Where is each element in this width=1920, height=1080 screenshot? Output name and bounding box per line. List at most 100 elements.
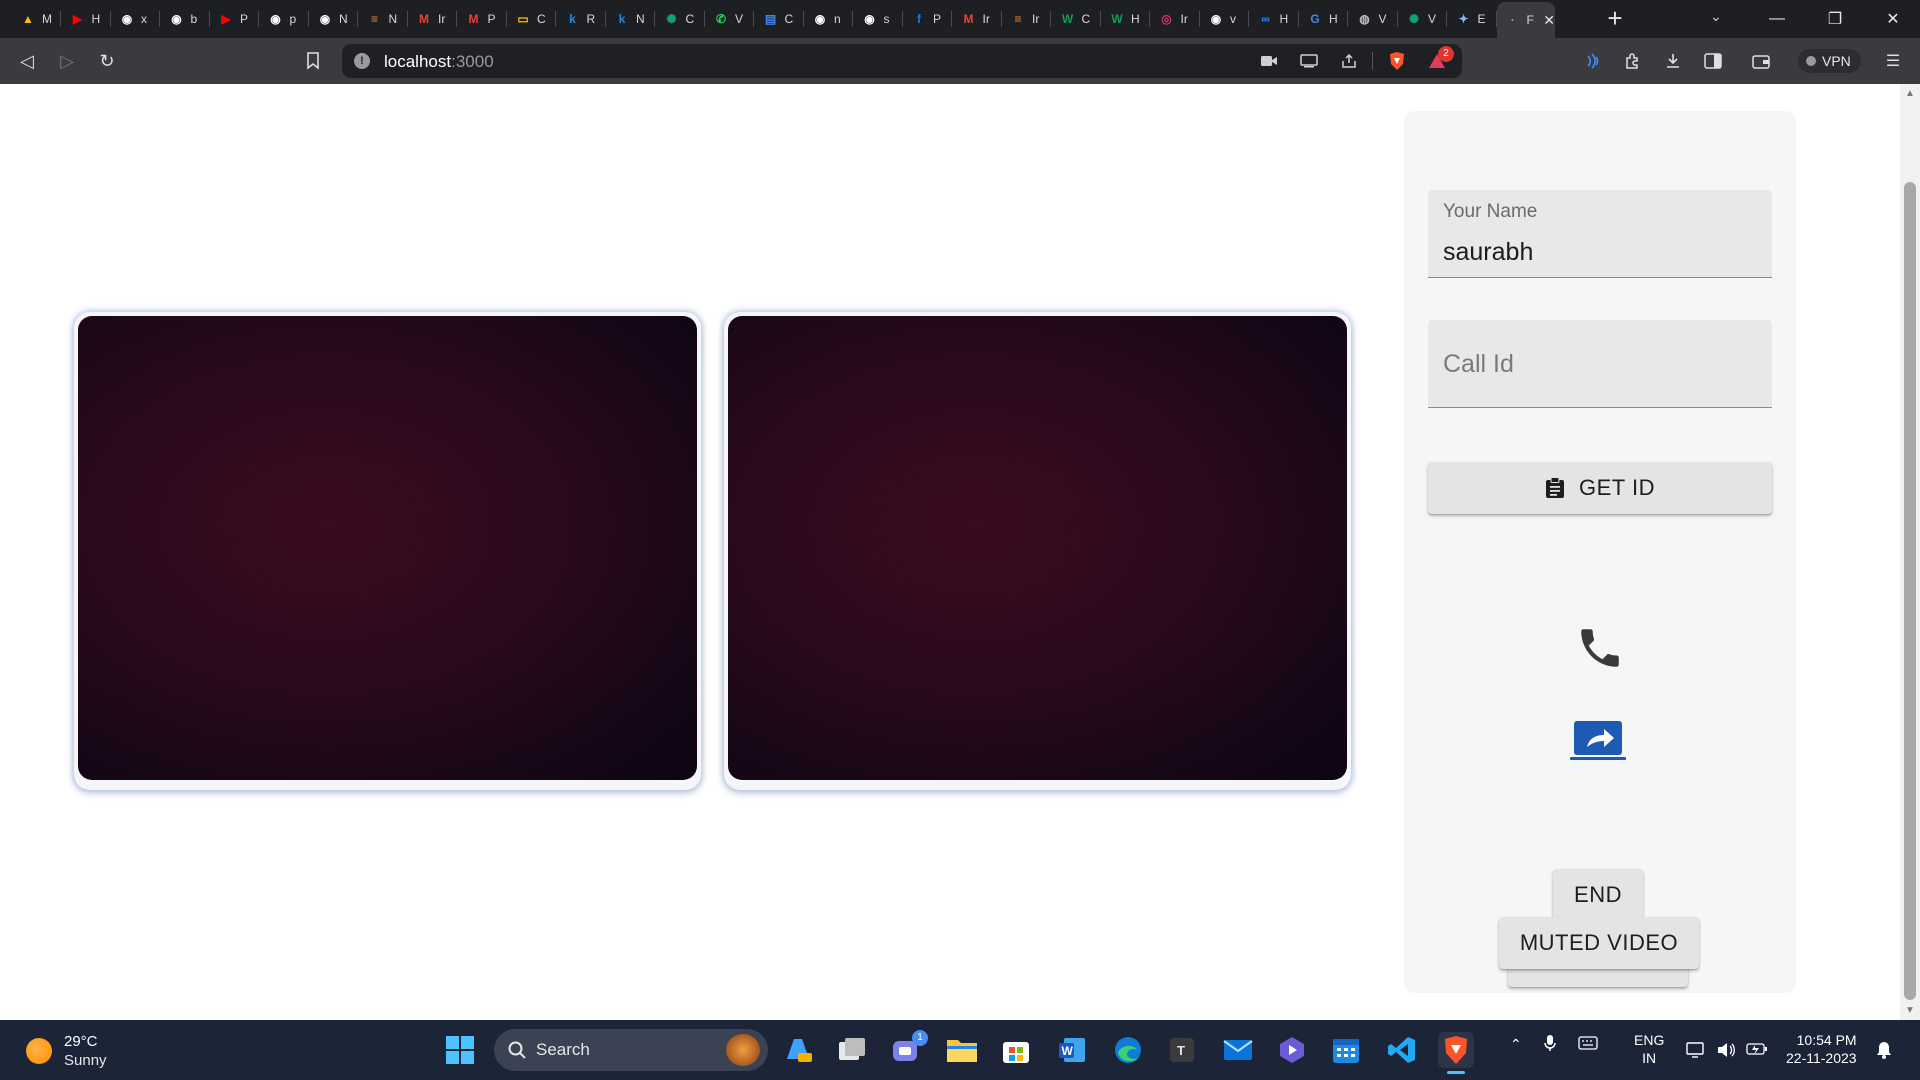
browser-tab[interactable]: ≡ Ir xyxy=(1002,6,1051,32)
extensions-icon[interactable] xyxy=(1620,48,1646,74)
brave-rewards-icon[interactable]: 2 xyxy=(1428,46,1454,70)
call-id-input[interactable] xyxy=(1443,344,1753,384)
page-scrollbar[interactable]: ▲ ▼ xyxy=(1900,84,1920,1020)
restore-button[interactable]: ❐ xyxy=(1806,0,1864,38)
copilot-preview-icon[interactable] xyxy=(780,1032,816,1068)
scroll-down-icon[interactable]: ▼ xyxy=(1905,1005,1915,1016)
stackoverflow-icon: ≡ xyxy=(1014,12,1022,26)
bookmark-icon[interactable] xyxy=(300,48,326,74)
browser-tab[interactable]: M Ir xyxy=(953,6,1002,32)
browser-tab[interactable]: kN xyxy=(606,6,655,32)
browser-tab[interactable]: ◍ V xyxy=(1349,6,1398,32)
browser-tab[interactable]: ▶ P xyxy=(210,6,259,32)
screen-share-icon[interactable] xyxy=(1569,719,1627,763)
mail-icon[interactable] xyxy=(1220,1032,1256,1068)
teams-chat-icon[interactable]: 1 xyxy=(888,1030,928,1068)
vpn-button[interactable]: VPN xyxy=(1798,49,1861,73)
back-button[interactable]: ◁ xyxy=(14,48,40,74)
phone-call-icon[interactable] xyxy=(1575,623,1625,673)
tab-search-chevron-icon[interactable]: ⌄ xyxy=(1710,8,1722,25)
browser-tab[interactable]: MP xyxy=(458,6,507,32)
clock[interactable]: 10:54 PM 22-11-2023 xyxy=(1786,1031,1857,1067)
battery-icon[interactable] xyxy=(1746,1042,1768,1061)
microphone-icon[interactable] xyxy=(1543,1034,1556,1055)
browser-tab[interactable]: ◉ x xyxy=(111,6,160,32)
browser-tab[interactable]: ▲ M xyxy=(12,6,61,32)
close-window-button[interactable]: ✕ xyxy=(1864,0,1920,38)
browser-tab[interactable]: ∞ H xyxy=(1250,6,1299,32)
browser-tab[interactable]: ◉ p xyxy=(260,6,309,32)
end-call-button[interactable]: END xyxy=(1553,869,1643,921)
your-name-value[interactable]: saurabh xyxy=(1443,238,1533,267)
address-bar[interactable]: ! localhost:3000 2 xyxy=(342,44,1462,78)
browser-tab[interactable]: ✆ V xyxy=(705,6,754,32)
stackoverflow-icon: ≡ xyxy=(370,12,378,26)
windows-start-icon[interactable] xyxy=(442,1032,478,1068)
browser-tab[interactable]: ◎ Ir xyxy=(1151,6,1200,32)
tab-title: P xyxy=(487,12,496,26)
share-page-icon[interactable] xyxy=(1340,52,1358,70)
browser-tab[interactable]: ✺ C xyxy=(656,6,705,32)
scroll-up-icon[interactable]: ▲ xyxy=(1905,88,1915,99)
show-hidden-icons-chevron-icon[interactable]: ⌃ xyxy=(1510,1036,1522,1053)
browser-tab[interactable]: WC xyxy=(1052,6,1101,32)
browser-tab[interactable]: ✦ E xyxy=(1448,6,1497,32)
browser-tab[interactable]: ◉ N xyxy=(309,6,358,32)
browser-tab[interactable]: GH xyxy=(1299,6,1348,32)
microsoft-store-icon[interactable] xyxy=(998,1032,1034,1068)
browser-tab[interactable]: kR xyxy=(557,6,606,32)
browser-tab[interactable]: ◉ v xyxy=(1200,6,1249,32)
browser-tab[interactable]: ◉ b xyxy=(161,6,210,32)
browser-tab[interactable]: WH xyxy=(1101,6,1150,32)
site-info-icon[interactable]: ! xyxy=(354,53,370,69)
brave-shields-icon[interactable] xyxy=(1388,52,1406,70)
cast-icon[interactable] xyxy=(1300,52,1318,70)
language-indicator[interactable]: ENG IN xyxy=(1634,1031,1664,1067)
local-video[interactable] xyxy=(78,316,697,780)
task-view-icon[interactable] xyxy=(834,1032,870,1068)
browser-tab[interactable]: ▶ H xyxy=(62,6,111,32)
call-id-field[interactable] xyxy=(1428,320,1772,408)
close-tab-icon[interactable]: ✕ xyxy=(1543,12,1555,29)
new-tab-button[interactable]: + xyxy=(1602,5,1628,32)
browser-tab[interactable]: · F ✕ xyxy=(1497,2,1555,38)
weather-widget[interactable]: 29°C Sunny xyxy=(26,1032,107,1070)
volume-icon[interactable] xyxy=(1716,1041,1736,1064)
browser-tab[interactable]: ▤ C xyxy=(755,6,804,32)
sidebar-toggle-icon[interactable] xyxy=(1700,48,1726,74)
forward-button[interactable]: ▷ xyxy=(54,48,80,74)
browser-tab[interactable]: ≡ N xyxy=(359,6,408,32)
keyboard-icon[interactable] xyxy=(1578,1036,1598,1053)
url-text[interactable]: localhost:3000 xyxy=(384,52,494,72)
your-name-field[interactable]: Your Name saurabh xyxy=(1428,190,1772,278)
browser-tab[interactable]: ◉ s xyxy=(854,6,903,32)
notifications-bell-icon[interactable] xyxy=(1876,1041,1892,1064)
get-id-button[interactable]: GET ID xyxy=(1428,462,1772,514)
camera-icon[interactable] xyxy=(1260,52,1278,70)
wallet-icon[interactable] xyxy=(1748,48,1774,74)
network-icon[interactable] xyxy=(1686,1041,1706,1064)
browser-tab[interactable]: fP xyxy=(903,6,952,32)
remote-video[interactable] xyxy=(728,316,1347,780)
reload-button[interactable]: ↻ xyxy=(94,48,120,74)
downloads-icon[interactable] xyxy=(1660,48,1686,74)
menu-icon[interactable]: ☰ xyxy=(1880,48,1906,74)
browser-tab[interactable]: ✺ V xyxy=(1398,6,1447,32)
taskbar-search[interactable]: Search xyxy=(494,1029,768,1071)
mute-video-button[interactable]: MUTED VIDEO xyxy=(1499,917,1699,969)
calendar-icon[interactable] xyxy=(1328,1032,1364,1068)
brave-taskbar-icon[interactable] xyxy=(1438,1032,1474,1074)
edge-icon[interactable] xyxy=(1110,1032,1146,1068)
file-explorer-icon[interactable] xyxy=(944,1032,980,1068)
browser-tab[interactable]: ▭ C xyxy=(507,6,556,32)
word-icon[interactable]: W xyxy=(1054,1032,1090,1068)
clipchamp-icon[interactable] xyxy=(1274,1032,1310,1068)
speedreader-icon[interactable] xyxy=(1580,48,1606,74)
vscode-icon[interactable] xyxy=(1384,1032,1420,1068)
scrollbar-thumb[interactable] xyxy=(1904,182,1916,1000)
typora-icon[interactable]: T xyxy=(1164,1032,1200,1068)
tab-title: R xyxy=(586,12,596,26)
browser-tab[interactable]: ◉ n xyxy=(804,6,853,32)
browser-tab[interactable]: M Ir xyxy=(408,6,457,32)
minimize-button[interactable]: — xyxy=(1748,0,1806,38)
